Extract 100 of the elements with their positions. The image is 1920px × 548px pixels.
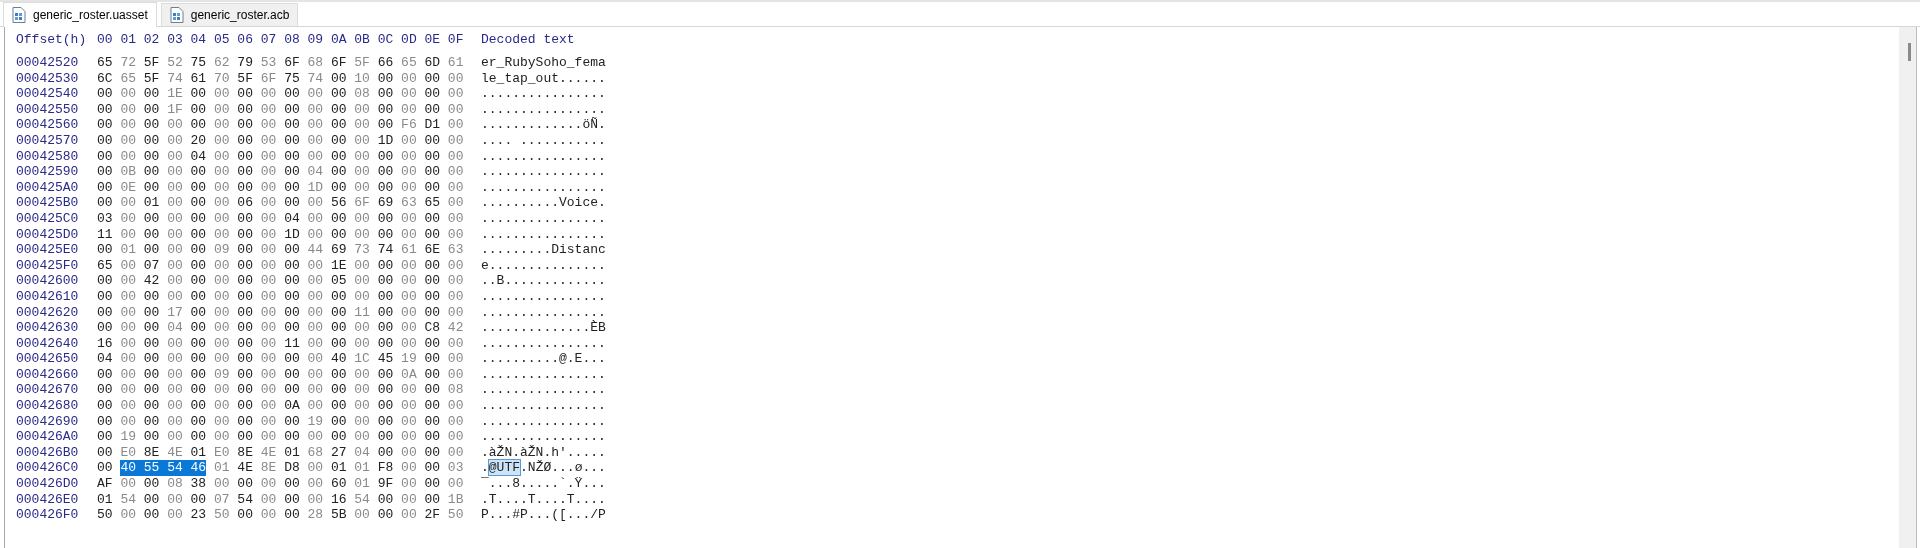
hex-byte[interactable]: 07 bbox=[213, 491, 230, 508]
hex-byte[interactable]: 00 bbox=[354, 320, 370, 336]
hex-byte[interactable]: 00 bbox=[377, 70, 394, 87]
hex-byte[interactable]: 0E bbox=[120, 179, 136, 196]
hex-byte[interactable]: 00 bbox=[237, 398, 253, 414]
hex-byte[interactable]: 00 bbox=[213, 101, 230, 118]
hex-byte[interactable]: 09 bbox=[213, 366, 230, 383]
hex-byte[interactable]: 00 bbox=[401, 257, 417, 274]
hex-byte[interactable]: 00 bbox=[143, 132, 160, 149]
hex-byte[interactable]: 00 bbox=[143, 210, 160, 227]
hex-byte[interactable]: 00 bbox=[97, 179, 113, 196]
hex-byte[interactable]: 00 bbox=[284, 101, 300, 118]
hex-byte[interactable]: 1C bbox=[354, 351, 370, 367]
hex-byte[interactable]: 00 bbox=[190, 413, 207, 430]
hex-byte[interactable]: 00 bbox=[377, 226, 394, 243]
hex-byte[interactable]: 54 bbox=[354, 491, 370, 508]
hex-byte[interactable]: 00 bbox=[330, 320, 347, 336]
hex-byte[interactable]: 00 bbox=[237, 164, 253, 180]
hex-byte[interactable]: 00 bbox=[167, 413, 183, 430]
hex-byte[interactable]: 4E bbox=[167, 444, 183, 461]
hex-byte[interactable]: 00 bbox=[120, 210, 136, 227]
hex-byte[interactable]: 00 bbox=[120, 476, 136, 492]
hex-byte[interactable]: 68 bbox=[307, 444, 324, 461]
hex-byte[interactable]: 38 bbox=[190, 476, 207, 492]
hex-byte[interactable]: 00 bbox=[237, 86, 253, 102]
hex-byte[interactable]: 65 bbox=[401, 55, 417, 71]
hex-byte[interactable]: 00 bbox=[424, 382, 441, 399]
hex-byte[interactable]: 00 bbox=[97, 444, 113, 461]
hex-byte[interactable]: 00 bbox=[167, 164, 183, 180]
hex-byte[interactable]: 00 bbox=[167, 429, 183, 445]
hex-byte[interactable]: 00 bbox=[401, 398, 417, 414]
hex-byte[interactable]: 00 bbox=[190, 304, 207, 321]
hex-byte[interactable]: 00 bbox=[447, 413, 464, 430]
hex-byte[interactable]: 00 bbox=[330, 132, 347, 149]
hex-byte[interactable]: 00 bbox=[447, 195, 464, 211]
hex-byte[interactable]: 00 bbox=[424, 273, 441, 289]
hex-byte[interactable]: 56 bbox=[330, 195, 347, 211]
hex-byte[interactable]: 00 bbox=[377, 101, 394, 118]
hex-byte[interactable]: 00 bbox=[284, 351, 300, 367]
hex-byte[interactable]: 00 bbox=[447, 366, 464, 383]
hex-byte[interactable]: 00 bbox=[401, 101, 417, 118]
hex-byte[interactable]: 1B bbox=[447, 491, 464, 508]
hex-byte[interactable]: 79 bbox=[237, 55, 253, 71]
hex-byte[interactable]: 00 bbox=[330, 413, 347, 430]
hex-byte[interactable]: 1E bbox=[167, 86, 183, 102]
hex-byte[interactable]: 19 bbox=[401, 351, 417, 367]
hex-byte[interactable]: 00 bbox=[330, 164, 347, 180]
hex-byte[interactable]: 11 bbox=[284, 335, 300, 352]
hex-byte[interactable]: 00 bbox=[354, 179, 370, 196]
hex-byte[interactable]: 00 bbox=[401, 335, 417, 352]
hex-byte[interactable]: 00 bbox=[213, 148, 230, 165]
hex-byte[interactable]: 00 bbox=[213, 288, 230, 305]
hex-byte[interactable]: 00 bbox=[260, 164, 277, 180]
hex-byte[interactable]: 72 bbox=[120, 55, 136, 71]
hex-byte[interactable]: 00 bbox=[260, 117, 277, 133]
hex-byte[interactable]: 00 bbox=[401, 444, 417, 461]
hex-byte[interactable]: 00 bbox=[143, 398, 160, 414]
hex-byte[interactable]: 08 bbox=[167, 476, 183, 492]
hex-byte[interactable]: 00 bbox=[401, 226, 417, 243]
hex-byte[interactable]: 00 bbox=[97, 86, 113, 102]
hex-byte[interactable]: 00 bbox=[213, 413, 230, 430]
hex-byte[interactable]: 00 bbox=[260, 398, 277, 414]
hex-byte[interactable]: 00 bbox=[167, 117, 183, 133]
hex-byte[interactable]: 00 bbox=[354, 210, 370, 227]
hex-byte[interactable]: 00 bbox=[330, 70, 347, 87]
hex-byte[interactable]: 00 bbox=[330, 288, 347, 305]
hex-byte[interactable]: 00 bbox=[260, 320, 277, 336]
hex-byte[interactable]: 00 bbox=[143, 101, 160, 118]
hex-byte[interactable]: 00 bbox=[330, 210, 347, 227]
hex-byte[interactable]: 00 bbox=[447, 444, 464, 461]
hex-byte[interactable]: 00 bbox=[354, 164, 370, 180]
hex-byte[interactable]: 00 bbox=[330, 366, 347, 383]
hex-byte[interactable]: 00 bbox=[354, 257, 370, 274]
hex-byte[interactable]: 00 bbox=[401, 273, 417, 289]
hex-byte[interactable]: 00 bbox=[213, 304, 230, 321]
hex-byte[interactable]: 50 bbox=[213, 507, 230, 523]
hex-byte[interactable]: 8E bbox=[260, 460, 277, 477]
hex-byte[interactable]: 00 bbox=[377, 148, 394, 165]
hex-byte[interactable]: 04 bbox=[284, 210, 300, 227]
hex-byte[interactable]: 4E bbox=[260, 444, 277, 461]
hex-byte[interactable]: 00 bbox=[167, 398, 183, 414]
hex-byte[interactable]: 00 bbox=[330, 179, 347, 196]
hex-byte[interactable]: 00 bbox=[424, 351, 441, 367]
hex-byte[interactable]: 00 bbox=[307, 382, 324, 399]
hex-byte[interactable]: 00 bbox=[167, 242, 183, 258]
hex-byte[interactable]: 00 bbox=[213, 382, 230, 399]
hex-byte[interactable]: 54 bbox=[167, 460, 191, 477]
hex-byte[interactable]: 6E bbox=[424, 242, 441, 258]
hex-byte[interactable]: 00 bbox=[401, 288, 417, 305]
hex-byte[interactable]: 04 bbox=[354, 444, 370, 461]
hex-byte[interactable]: 00 bbox=[120, 507, 136, 523]
hex-byte[interactable]: 00 bbox=[424, 476, 441, 492]
hex-byte[interactable]: 19 bbox=[307, 413, 324, 430]
hex-byte[interactable]: 00 bbox=[447, 429, 464, 445]
hex-byte[interactable]: 6F bbox=[284, 55, 300, 71]
hex-byte[interactable]: 2F bbox=[424, 507, 441, 523]
hex-byte[interactable]: 00 bbox=[143, 507, 160, 523]
hex-byte[interactable]: 00 bbox=[213, 335, 230, 352]
hex-byte[interactable]: 00 bbox=[284, 320, 300, 336]
hex-byte[interactable]: 00 bbox=[330, 117, 347, 133]
